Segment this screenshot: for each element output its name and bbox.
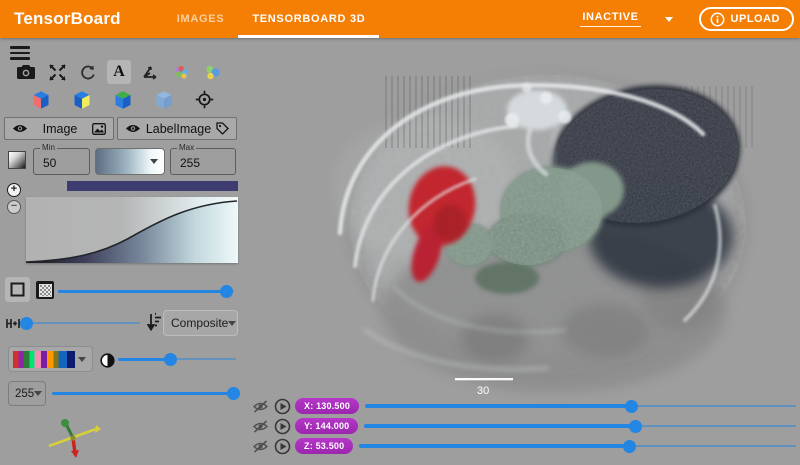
max-field[interactable]: Max 255 xyxy=(170,148,236,175)
menu-hamburger-icon[interactable] xyxy=(10,46,30,61)
tensorboard-3d-app: TensorBoard IMAGES TENSORBOARD 3D INACTI… xyxy=(0,0,800,465)
point-cluster-icon[interactable] xyxy=(169,60,193,84)
dither-pattern-button[interactable] xyxy=(36,281,54,299)
label-colormap-preview xyxy=(13,351,75,368)
info-circle-icon xyxy=(710,12,725,27)
sort-steps-icon[interactable] xyxy=(146,311,162,331)
min-field-value: 50 xyxy=(34,149,89,170)
label-colormap-dropdown[interactable] xyxy=(8,346,93,372)
layer-labelimage-label: LabelImage xyxy=(141,122,216,136)
app-header: TensorBoard IMAGES TENSORBOARD 3D INACTI… xyxy=(0,0,800,38)
spheres-icon[interactable] xyxy=(200,60,224,84)
slice-row-x: X: 130.500 xyxy=(252,396,796,416)
cube-red-face-icon[interactable] xyxy=(27,86,54,113)
cube-volume-icon[interactable] xyxy=(150,86,177,113)
tab-bar: IMAGES TENSORBOARD 3D xyxy=(163,0,380,38)
eye-icon xyxy=(12,123,28,134)
zoom-out-button[interactable]: − xyxy=(7,200,21,214)
tag-icon xyxy=(216,122,229,135)
layer-toggle-image[interactable]: Image xyxy=(4,117,114,140)
label-opacity-slider[interactable] xyxy=(118,352,236,366)
slice-slider-panel: X: 130.500 Y: 144.000 xyxy=(252,396,796,456)
transfer-function-plot[interactable] xyxy=(26,197,238,263)
play-circle-icon[interactable] xyxy=(274,438,291,455)
chevron-down-icon xyxy=(150,159,158,164)
data-range-value: 255 xyxy=(15,388,34,400)
chevron-down-icon xyxy=(665,17,673,22)
window-range-bar[interactable] xyxy=(67,181,238,191)
slice-x-badge[interactable]: X: 130.500 xyxy=(295,398,359,414)
annotation-letter-button[interactable]: A xyxy=(107,60,131,84)
toolbar-row-main: A xyxy=(14,60,224,84)
upload-button[interactable]: UPLOAD xyxy=(699,7,794,31)
shading-gradient-button[interactable] xyxy=(8,151,26,169)
contrast-icon xyxy=(99,352,115,368)
eye-off-icon[interactable] xyxy=(252,420,269,433)
play-circle-icon[interactable] xyxy=(274,398,291,415)
orientation-axes-gizmo[interactable] xyxy=(46,416,102,460)
slice-row-y: Y: 144.000 xyxy=(252,416,796,436)
opacity-slider[interactable] xyxy=(58,284,234,298)
transform-axes-button[interactable] xyxy=(138,60,162,84)
camera-screenshot-button[interactable] xyxy=(14,60,38,84)
layer-image-label: Image xyxy=(28,122,92,136)
layer-toggle-labelimage[interactable]: LabelImage xyxy=(117,117,237,140)
chevron-down-icon xyxy=(228,321,236,326)
eye-icon xyxy=(125,123,141,134)
square-outline-button[interactable] xyxy=(5,277,30,302)
data-range-dropdown[interactable]: 255 xyxy=(8,381,46,406)
run-status-value: INACTIVE xyxy=(580,11,640,27)
min-field-label: Min xyxy=(40,143,57,152)
opacity-curve xyxy=(26,197,238,263)
slice-z-badge[interactable]: Z: 53.500 xyxy=(295,438,353,454)
cube-yellow-face-icon[interactable] xyxy=(68,86,95,113)
annotation-letter-icon: A xyxy=(113,63,125,81)
slice-x-slider[interactable] xyxy=(365,399,796,413)
slice-z-slider[interactable] xyxy=(359,439,796,453)
rotate-reset-button[interactable] xyxy=(76,60,100,84)
data-range-slider[interactable] xyxy=(52,386,236,400)
slice-y-slider[interactable] xyxy=(364,419,796,433)
blend-mode-dropdown[interactable]: Composite xyxy=(163,310,238,336)
max-field-value: 255 xyxy=(171,149,235,170)
crosshair-target-icon[interactable] xyxy=(191,86,218,113)
min-field[interactable]: Min 50 xyxy=(33,148,90,175)
play-circle-icon[interactable] xyxy=(274,418,291,435)
upload-label: UPLOAD xyxy=(731,13,780,25)
tab-images[interactable]: IMAGES xyxy=(163,0,239,38)
chevron-down-icon xyxy=(34,391,42,396)
max-field-label: Max xyxy=(177,143,196,152)
cube-green-face-icon[interactable] xyxy=(109,86,136,113)
tab-tensorboard-3d[interactable]: TENSORBOARD 3D xyxy=(238,0,379,38)
chevron-down-icon xyxy=(78,357,86,362)
eye-off-icon[interactable] xyxy=(252,400,269,413)
app-title: TensorBoard xyxy=(14,9,121,29)
image-icon xyxy=(92,123,106,135)
slice-row-z: Z: 53.500 xyxy=(252,436,796,456)
colormap-gradient-dropdown[interactable] xyxy=(95,148,165,175)
spacing-slider[interactable] xyxy=(24,316,140,330)
zoom-in-button[interactable]: + xyxy=(7,183,21,197)
toolbar-row-views xyxy=(27,86,218,113)
slice-y-badge[interactable]: Y: 144.000 xyxy=(295,418,358,434)
run-status-dropdown[interactable]: INACTIVE xyxy=(580,11,672,27)
blend-mode-value: Composite xyxy=(171,316,228,330)
expand-arrows-button[interactable] xyxy=(45,60,69,84)
eye-off-icon[interactable] xyxy=(252,440,269,453)
